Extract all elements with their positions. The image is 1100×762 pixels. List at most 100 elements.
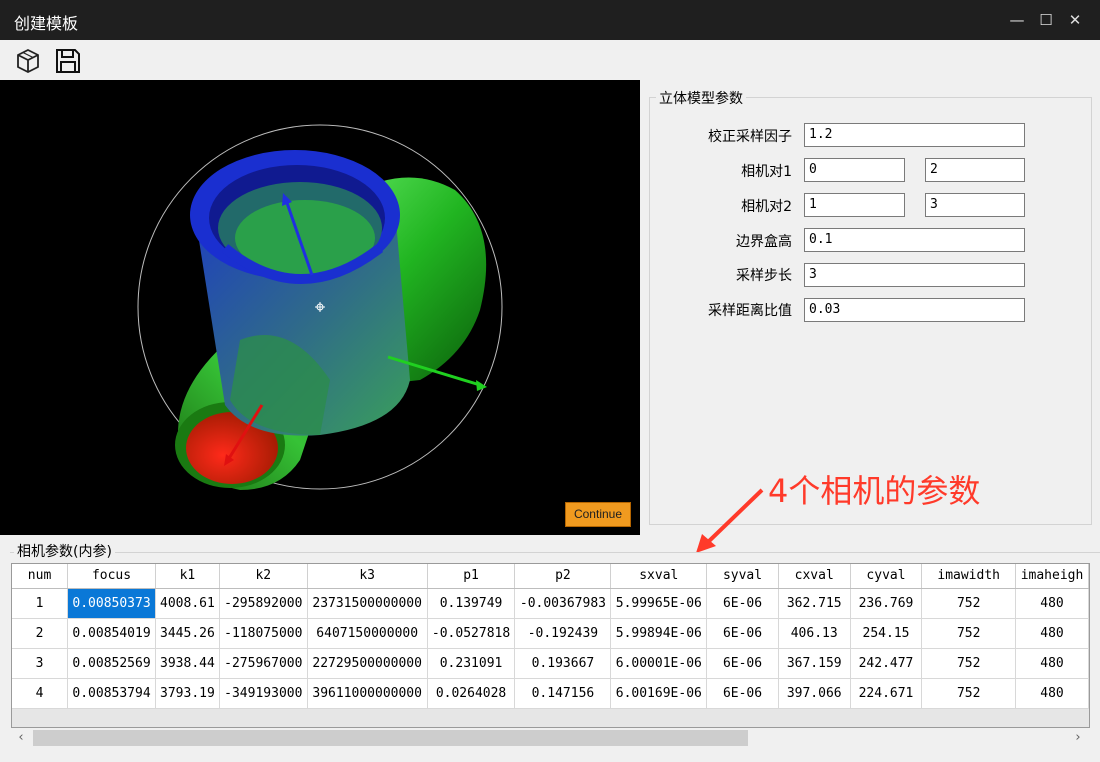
table-cell[interactable]: 480 xyxy=(1015,618,1089,649)
camera-pair-2-second-input[interactable]: 3 xyxy=(925,193,1025,217)
minimize-button[interactable]: — xyxy=(1002,6,1032,34)
bbox-height-input[interactable]: 0.1 xyxy=(804,228,1025,252)
camera-pair-1-second-input[interactable]: 2 xyxy=(925,158,1025,182)
3d-viewport[interactable]: Continue xyxy=(0,80,640,535)
table-cell[interactable]: 6E-06 xyxy=(706,618,779,649)
column-header-p1[interactable]: p1 xyxy=(427,564,516,589)
table-cell[interactable]: 1 xyxy=(12,588,69,619)
table-cell[interactable]: 4 xyxy=(12,678,69,709)
table-cell[interactable]: 367.159 xyxy=(778,648,851,679)
label-bbox-height: 边界盒高 xyxy=(736,234,792,250)
camera-params-title: 相机参数(内参) xyxy=(14,541,115,561)
save-icon[interactable] xyxy=(53,46,83,76)
table-row[interactable]: 2 0.00854019 3445.26 -118075000 64071500… xyxy=(12,618,1089,649)
table-cell[interactable]: -0.192439 xyxy=(514,618,612,649)
stereo-params-group: 立体模型参数 校正采样因子 1.2 相机对1 0 2 相机对2 1 3 边界盒高… xyxy=(649,88,1092,525)
table-cell[interactable]: 23731500000000 xyxy=(307,588,428,619)
label-camera-pair-2: 相机对2 xyxy=(741,199,792,215)
table-cell[interactable]: -295892000 xyxy=(219,588,308,619)
table-cell[interactable]: 6E-06 xyxy=(706,678,779,709)
table-cell[interactable]: 5.99894E-06 xyxy=(610,618,708,649)
table-cell[interactable]: 480 xyxy=(1015,588,1089,619)
close-button[interactable]: ✕ xyxy=(1060,6,1090,34)
window-title: 创建模板 xyxy=(14,14,79,33)
table-cell[interactable]: 22729500000000 xyxy=(307,648,428,679)
table-cell[interactable]: 0.139749 xyxy=(427,588,516,619)
table-cell[interactable]: 6E-06 xyxy=(706,588,779,619)
table-cell[interactable]: 2 xyxy=(12,618,69,649)
table-cell[interactable]: 480 xyxy=(1015,678,1089,709)
table-cell[interactable]: 752 xyxy=(921,678,1016,709)
column-header-k1[interactable]: k1 xyxy=(155,564,220,589)
table-cell[interactable]: 6E-06 xyxy=(706,648,779,679)
rectify-factor-input[interactable]: 1.2 xyxy=(804,123,1025,147)
table-cell[interactable]: 3445.26 xyxy=(155,618,220,649)
column-header-sxval[interactable]: sxval xyxy=(610,564,708,589)
column-header-imaheigh[interactable]: imaheigh xyxy=(1015,564,1089,589)
table-cell[interactable]: -275967000 xyxy=(219,648,308,679)
table-cell[interactable]: -349193000 xyxy=(219,678,308,709)
scrollbar-thumb[interactable] xyxy=(33,730,748,746)
table-cell[interactable]: 406.13 xyxy=(778,618,851,649)
table-cell[interactable]: 480 xyxy=(1015,648,1089,679)
table-row[interactable]: 3 0.00852569 3938.44 -275967000 22729500… xyxy=(12,648,1089,679)
table-cell[interactable]: 752 xyxy=(921,588,1016,619)
table-cell[interactable]: 0.231091 xyxy=(427,648,516,679)
table-cell[interactable]: 0.193667 xyxy=(514,648,612,679)
label-camera-pair-1: 相机对1 xyxy=(741,164,792,180)
column-header-cyval[interactable]: cyval xyxy=(850,564,923,589)
annotation-text: 4个相机的参数 xyxy=(768,472,981,510)
table-cell[interactable]: 5.99965E-06 xyxy=(610,588,708,619)
cube-icon[interactable] xyxy=(13,46,43,76)
maximize-button[interactable]: ☐ xyxy=(1031,6,1061,34)
table-row[interactable]: 4 0.00853794 3793.19 -349193000 39611000… xyxy=(12,678,1089,709)
table-cell[interactable]: 236.769 xyxy=(850,588,923,619)
table-cell[interactable]: 242.477 xyxy=(850,648,923,679)
column-header-k2[interactable]: k2 xyxy=(219,564,308,589)
table-cell[interactable]: 0.147156 xyxy=(514,678,612,709)
table-cell[interactable]: 6.00001E-06 xyxy=(610,648,708,679)
column-header-p2[interactable]: p2 xyxy=(514,564,612,589)
table-row[interactable]: 1 0.00850373 4008.61 -295892000 23731500… xyxy=(12,588,1089,619)
scroll-left-icon[interactable]: ‹ xyxy=(13,729,29,747)
camera-params-table[interactable]: num focus k1 k2 k3 p1 p2 sxval syval cxv… xyxy=(11,563,1090,728)
table-cell[interactable]: 0.00853794 xyxy=(67,678,156,709)
table-cell[interactable]: -0.0527818 xyxy=(427,618,516,649)
camera-pair-1-first-input[interactable]: 0 xyxy=(804,158,905,182)
table-cell[interactable]: 3793.19 xyxy=(155,678,220,709)
camera-pair-2-first-input[interactable]: 1 xyxy=(804,193,905,217)
table-cell[interactable]: 752 xyxy=(921,618,1016,649)
table-cell[interactable]: 397.066 xyxy=(778,678,851,709)
table-cell[interactable]: 39611000000000 xyxy=(307,678,428,709)
scroll-right-icon[interactable]: › xyxy=(1070,729,1086,747)
table-cell[interactable]: -0.00367983 xyxy=(514,588,612,619)
table-cell[interactable]: 6.00169E-06 xyxy=(610,678,708,709)
column-header-cxval[interactable]: cxval xyxy=(778,564,851,589)
table-cell[interactable]: 0.00854019 xyxy=(67,618,156,649)
table-cell[interactable]: -118075000 xyxy=(219,618,308,649)
column-header-focus[interactable]: focus xyxy=(67,564,156,589)
table-cell[interactable]: 254.15 xyxy=(850,618,923,649)
table-cell[interactable]: 3938.44 xyxy=(155,648,220,679)
sample-step-input[interactable]: 3 xyxy=(804,263,1025,287)
continue-button[interactable]: Continue xyxy=(565,502,631,527)
label-rectify-factor: 校正采样因子 xyxy=(708,129,792,145)
table-cell[interactable]: 224.671 xyxy=(850,678,923,709)
tee-pipe-model xyxy=(137,124,503,490)
table-cell[interactable]: 6407150000000 xyxy=(307,618,428,649)
table-cell[interactable]: 0.00852569 xyxy=(67,648,156,679)
table-cell[interactable]: 362.715 xyxy=(778,588,851,619)
column-header-k3[interactable]: k3 xyxy=(307,564,428,589)
column-header-imawidth[interactable]: imawidth xyxy=(921,564,1016,589)
column-header-syval[interactable]: syval xyxy=(706,564,779,589)
column-header-num[interactable]: num xyxy=(12,564,69,589)
table-cell[interactable]: 752 xyxy=(921,648,1016,679)
table-cell[interactable]: 3 xyxy=(12,648,69,679)
stereo-params-title: 立体模型参数 xyxy=(656,88,746,108)
horizontal-scrollbar[interactable]: ‹ › xyxy=(11,728,1090,748)
sample-distance-ratio-input[interactable]: 0.03 xyxy=(804,298,1025,322)
toolbar xyxy=(0,40,1100,80)
table-cell-selected[interactable]: 0.00850373 xyxy=(67,588,156,619)
table-cell[interactable]: 4008.61 xyxy=(155,588,220,619)
table-cell[interactable]: 0.0264028 xyxy=(427,678,516,709)
